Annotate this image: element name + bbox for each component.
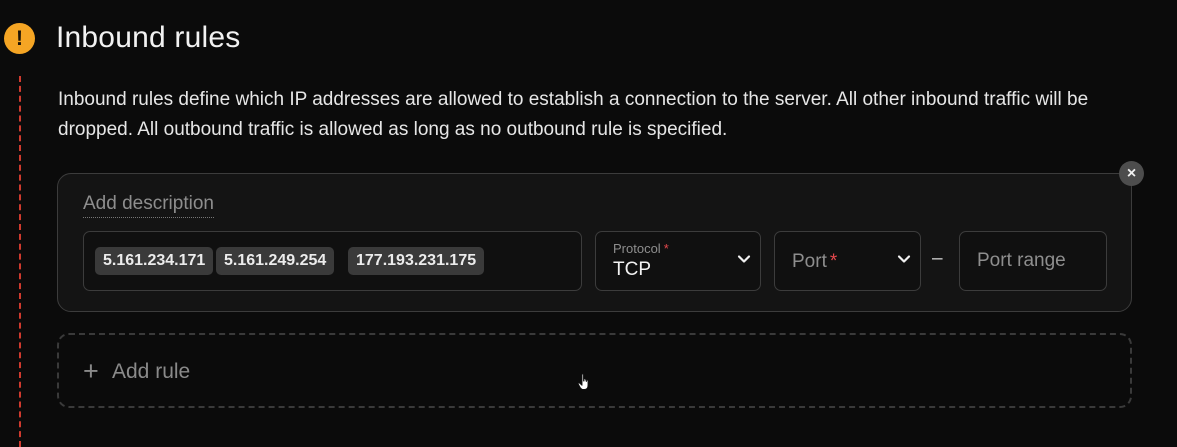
section-description: Inbound rules define which IP addresses … xyxy=(58,89,1089,140)
remove-rule-button[interactable]: × xyxy=(1119,161,1144,186)
section-title: Inbound rules xyxy=(56,21,241,54)
protocol-value: TCP xyxy=(613,259,651,280)
plus-icon: + xyxy=(83,356,99,386)
hand-pointer-icon xyxy=(577,373,589,390)
add-rule-button[interactable]: + Add rule xyxy=(57,333,1132,408)
protocol-label: Protocol * xyxy=(613,241,669,256)
port-range-field[interactable] xyxy=(959,231,1107,291)
chevron-down-icon xyxy=(737,255,751,263)
protocol-select[interactable]: Protocol * TCP xyxy=(595,231,761,291)
port-select[interactable]: Port * xyxy=(774,231,921,291)
port-placeholder: Port * xyxy=(792,251,838,272)
add-rule-label: Add rule xyxy=(112,360,191,383)
add-description-button[interactable]: Add description xyxy=(83,192,214,218)
section-dashed-divider xyxy=(19,76,21,447)
ip-chip[interactable]: 177.193.231.175 xyxy=(348,247,485,275)
port-range-separator: – xyxy=(932,248,943,269)
inbound-rules-section: ! Inbound rules Inbound rules define whi… xyxy=(0,0,1177,447)
ip-chip[interactable]: 5.161.234.171 xyxy=(95,247,214,275)
required-mark: * xyxy=(663,241,669,256)
required-mark: * xyxy=(829,251,838,272)
chevron-down-icon xyxy=(897,255,911,263)
ip-addresses-input[interactable]: 5.161.234.171 5.161.249.254 177.193.231.… xyxy=(83,231,582,291)
warning-icon: ! xyxy=(4,23,35,54)
port-range-input[interactable] xyxy=(960,232,1106,290)
ip-chip[interactable]: 5.161.249.254 xyxy=(216,247,335,275)
